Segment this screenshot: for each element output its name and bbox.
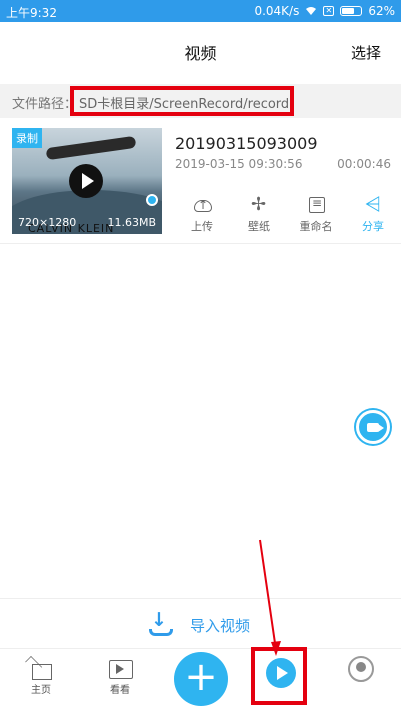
status-time: 上午9:32 (6, 6, 57, 20)
video-date: 2019-03-15 09:30:56 (175, 157, 303, 171)
wallpaper-button[interactable]: 壁纸 (237, 194, 281, 240)
share-button[interactable]: 分享 (351, 192, 395, 240)
video-file-size: 11.63MB (107, 216, 156, 229)
upload-icon (192, 196, 212, 214)
share-icon (363, 192, 383, 216)
tab-watch-label: 看看 (110, 685, 130, 696)
page-title: 视频 (184, 44, 217, 63)
tab-home-label: 主页 (31, 685, 51, 696)
tab-profile-avatar-icon[interactable] (348, 656, 374, 682)
highlight-box-path (70, 86, 294, 116)
tab-home[interactable]: 主页 (11, 655, 71, 696)
file-path-label: 文件路径： (12, 97, 78, 112)
upload-button[interactable]: 上传 (180, 196, 224, 240)
status-bar: 上午9:32 0.04K/s ✕ 62% (0, 0, 401, 22)
video-duration: 00:00:46 (337, 157, 391, 171)
video-thumbnail[interactable]: CALVIN KLEIN 录制 720×1280 11.63MB (12, 128, 162, 234)
rename-label: 重命名 (299, 220, 333, 233)
thumbnail-figure (45, 135, 137, 161)
wifi-icon (306, 7, 317, 15)
sim-icon: ✕ (323, 6, 335, 16)
import-icon (148, 609, 173, 636)
home-icon (28, 655, 54, 680)
add-button[interactable]: + (174, 652, 228, 706)
play-icon[interactable] (69, 164, 103, 198)
import-video-bar[interactable]: 导入视频 (0, 598, 401, 648)
tv-icon (107, 655, 133, 679)
upload-label: 上传 (191, 220, 213, 233)
wallpaper-label: 壁纸 (248, 220, 270, 233)
highlight-box-tab (251, 647, 307, 705)
status-right: 0.04K/s ✕ 62% (254, 4, 395, 18)
video-name: 20190315093009 (175, 134, 318, 153)
rename-button[interactable]: 重命名 (294, 196, 338, 240)
select-button[interactable]: 选择 (351, 42, 381, 63)
rename-icon (306, 196, 326, 214)
battery-percent: 62% (368, 4, 395, 18)
floating-record-button[interactable] (356, 410, 390, 444)
video-list-item[interactable]: CALVIN KLEIN 录制 720×1280 11.63MB 2019031… (0, 124, 401, 244)
tab-watch[interactable]: 看看 (90, 655, 150, 696)
share-label: 分享 (362, 220, 384, 233)
battery-icon (340, 6, 363, 16)
video-actions: 上传 壁纸 重命名 分享 (180, 192, 395, 240)
record-tag: 录制 (12, 128, 42, 148)
selection-dot-icon[interactable] (146, 194, 158, 206)
import-video-label: 导入视频 (190, 617, 251, 635)
network-speed: 0.04K/s (254, 4, 300, 18)
video-resolution: 720×1280 (18, 216, 77, 229)
wallpaper-icon (249, 194, 269, 215)
